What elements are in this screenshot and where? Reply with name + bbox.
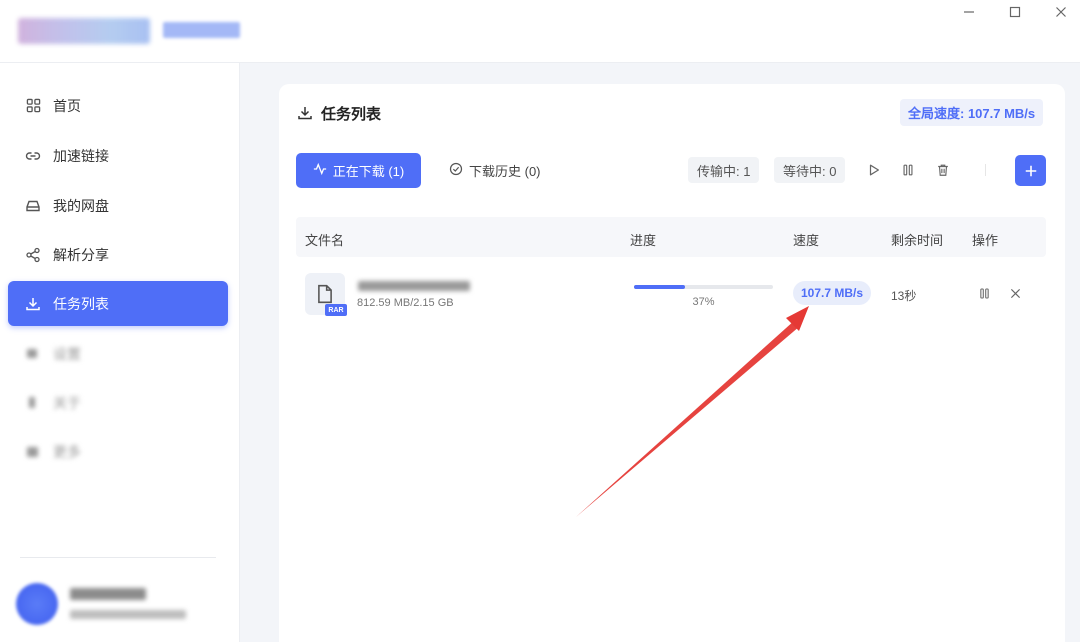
version-badge [163,22,240,38]
file-size: 812.59 MB/2.15 GB [357,297,454,309]
sidebar-item-label: 设置 [53,345,81,362]
toolbar-divider [985,164,986,176]
add-task-button[interactable] [1015,155,1046,186]
avatar[interactable] [16,583,58,625]
progress-bar-fill [634,285,686,289]
grid-icon [25,98,41,114]
start-all-button[interactable] [864,160,884,180]
sidebar-item-blurred-3[interactable]: 更多 [8,429,228,474]
cancel-task-button[interactable] [1006,284,1024,302]
close-icon [1056,7,1066,17]
table-row[interactable]: RAR 812.59 MB/2.15 GB 37% 107.7 MB/s 13秒 [296,260,1046,326]
image-icon [25,346,41,362]
person-icon [25,395,41,411]
sidebar-item-home[interactable]: 首页 [8,83,228,128]
download-icon [297,105,313,121]
sidebar-item-parse-share[interactable]: 解析分享 [8,232,228,277]
waiting-count: 等待中: 0 [774,157,846,183]
sidebar-divider [20,557,216,558]
tab-history-label: 下载历史 (0) [469,164,541,179]
page-title: 任务列表 [297,104,382,123]
app-logo [18,18,150,44]
sidebar-item-task-list[interactable]: 任务列表 [8,281,228,326]
tab-downloading[interactable]: 正在下载 (1) [296,153,421,188]
plus-icon [1025,165,1036,176]
page-title-text: 任务列表 [321,105,382,123]
column-header-remaining: 剩余时间 [891,233,944,248]
progress-bar [634,285,773,289]
column-header-speed: 速度 [793,233,820,248]
sidebar-item-label: 首页 [53,97,81,114]
sidebar-item-blurred-1[interactable]: 设置 [8,331,228,376]
global-speed-badge: 全局速度: 107.7 MB/s [900,99,1044,126]
download-icon [25,296,41,312]
title-bar [0,0,1080,63]
sidebar-item-label: 任务列表 [53,295,109,312]
sidebar-item-label: 更多 [53,443,81,460]
user-name-blurred [70,588,146,600]
table-header: 文件名 进度 速度 剩余时间 操作 [296,217,1046,257]
tab-downloading-label: 正在下载 (1) [332,164,405,179]
share-icon [25,247,41,263]
sidebar-item-label: 解析分享 [53,246,109,263]
link-icon [25,148,41,164]
sidebar-item-blurred-2[interactable]: 关于 [8,380,228,425]
trash-icon [938,164,948,176]
task-list-card: 任务列表 全局速度: 107.7 MB/s 正在下载 (1) 下载历史 (0) … [279,84,1065,642]
sidebar: 首页 加速链接 我的网盘 解析分享 任务列表 设置 关于 更多 [0,63,240,642]
sidebar-item-my-drive[interactable]: 我的网盘 [8,183,228,228]
pause-icon [903,164,913,176]
sidebar-item-accelerate-link[interactable]: 加速链接 [8,133,228,178]
close-window-button[interactable] [1049,2,1073,22]
user-subtitle-blurred [70,610,186,619]
pause-all-button[interactable] [898,160,918,180]
file-type-badge: RAR [325,304,347,316]
delete-all-button[interactable] [933,160,953,180]
more-icon [25,444,41,460]
minimize-icon [964,11,974,13]
drive-icon [25,198,41,214]
sidebar-item-label: 加速链接 [53,147,109,164]
sidebar-item-label: 我的网盘 [53,197,109,214]
progress-percent: 37% [692,296,715,308]
activity-icon [313,162,327,179]
column-header-progress: 进度 [630,233,657,248]
maximize-icon [1009,6,1021,18]
check-circle-icon [449,162,463,179]
pause-task-button[interactable] [975,284,993,302]
remaining-time: 13秒 [891,289,917,303]
close-icon [1010,288,1020,298]
file-name-blurred [358,281,470,291]
tab-history[interactable]: 下载历史 (0) [443,153,547,188]
transferring-count: 传输中: 1 [688,157,760,183]
play-icon [869,164,879,176]
column-header-actions: 操作 [972,233,999,248]
sidebar-item-label: 关于 [53,394,81,411]
pause-icon [979,288,989,298]
column-header-name: 文件名 [305,233,345,248]
row-speed-badge: 107.7 MB/s [793,281,872,305]
minimize-button[interactable] [957,2,981,22]
maximize-button[interactable] [1003,2,1027,22]
